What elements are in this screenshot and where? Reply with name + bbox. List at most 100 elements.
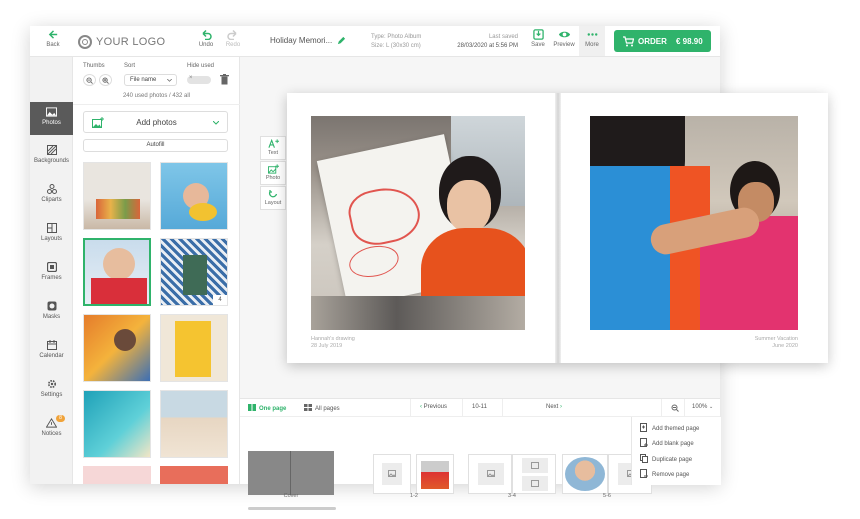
rail-item-backgrounds[interactable]: Backgrounds bbox=[30, 145, 73, 164]
rail-item-layouts[interactable]: Layouts bbox=[30, 223, 73, 242]
redo-label: Redo bbox=[225, 42, 241, 48]
all-pages-tab[interactable]: All pages bbox=[304, 404, 340, 412]
page-thumb-cover[interactable] bbox=[248, 451, 334, 495]
one-page-tab[interactable]: One page bbox=[248, 404, 286, 412]
left-page-photo[interactable] bbox=[311, 116, 525, 330]
right-caption-title: Summer Vacation bbox=[754, 336, 798, 342]
photo-thumbnail[interactable] bbox=[160, 390, 228, 458]
backgrounds-icon bbox=[46, 145, 57, 155]
page-label-3-4: 3-4 bbox=[508, 493, 516, 499]
thumb-content bbox=[183, 255, 207, 295]
photo-thumbnail-selected[interactable] bbox=[83, 238, 151, 306]
photo-thumbnail[interactable] bbox=[160, 466, 228, 484]
project-title[interactable]: Holiday Memori... bbox=[270, 36, 332, 45]
right-page-photo[interactable] bbox=[590, 116, 798, 330]
hide-used-toggle[interactable]: × bbox=[187, 75, 211, 84]
layout-tool[interactable]: Layout bbox=[260, 186, 286, 210]
pencil-icon[interactable] bbox=[337, 36, 346, 45]
page-thumb-4[interactable] bbox=[512, 454, 556, 494]
rail-item-notices[interactable]: Notices 8 bbox=[30, 415, 73, 437]
redo-button[interactable]: Redo bbox=[223, 29, 243, 48]
sort-value: File name bbox=[130, 77, 157, 83]
thumb-content bbox=[189, 203, 217, 221]
gear-icon bbox=[47, 379, 56, 389]
thumbs-label: Thumbs bbox=[83, 63, 105, 69]
sort-select[interactable]: File name bbox=[124, 74, 177, 86]
photo-thumbnail[interactable] bbox=[160, 314, 228, 382]
photo-placeholder bbox=[522, 476, 548, 491]
hide-used-label: Hide used bbox=[187, 63, 215, 69]
page-thumb-2[interactable] bbox=[416, 454, 454, 494]
page-thumb-5[interactable] bbox=[562, 454, 608, 494]
rail-label: Frames bbox=[41, 275, 62, 281]
chevron-down-icon: ⌄ bbox=[709, 404, 714, 410]
next-button[interactable]: Next › bbox=[546, 404, 562, 410]
add-photos-label: Add photos bbox=[136, 118, 177, 127]
more-label: More bbox=[585, 42, 599, 48]
one-page-icon bbox=[248, 404, 256, 411]
preview-button[interactable]: Preview bbox=[552, 29, 576, 48]
zoom-out-icon bbox=[86, 77, 93, 84]
book-spine bbox=[555, 93, 561, 363]
left-caption-date: 28 July 2019 bbox=[311, 343, 343, 349]
thumb-scrollbar[interactable] bbox=[248, 507, 336, 510]
zoom-select[interactable]: 100% ⌄ bbox=[692, 404, 713, 410]
page-thumb-1[interactable] bbox=[373, 454, 411, 494]
order-button[interactable]: ORDER € 98.90 bbox=[614, 30, 711, 52]
zoom-out-icon[interactable] bbox=[671, 404, 679, 412]
product-info: Type: Photo Album Size: L (30x30 cm) bbox=[371, 33, 421, 51]
divider bbox=[462, 399, 463, 417]
back-button[interactable]: Back bbox=[42, 29, 64, 48]
masks-icon bbox=[47, 301, 56, 311]
rail-item-settings[interactable]: Settings bbox=[30, 379, 73, 398]
rail-item-masks[interactable]: Masks bbox=[30, 301, 73, 320]
zoom-in-thumbs-button[interactable] bbox=[99, 74, 112, 86]
thumb-content bbox=[175, 321, 211, 377]
zoom-in-icon bbox=[102, 77, 109, 84]
rail-item-cliparts[interactable]: Cliparts bbox=[30, 184, 73, 203]
trash-icon[interactable] bbox=[220, 74, 229, 85]
photo-icon bbox=[46, 107, 57, 117]
save-button[interactable]: Save bbox=[528, 29, 548, 48]
page-thumb-3[interactable] bbox=[468, 454, 512, 494]
photo-thumbnail[interactable]: 4 bbox=[160, 238, 228, 306]
duplicate-page-item[interactable]: Duplicate page bbox=[640, 454, 692, 463]
last-saved-label: Last saved bbox=[488, 34, 518, 40]
photo-thumbnail[interactable] bbox=[83, 390, 151, 458]
left-caption-title: Hannah's drawing bbox=[311, 336, 355, 342]
more-button[interactable]: More bbox=[579, 26, 605, 56]
photo-thumbnail[interactable] bbox=[160, 162, 228, 230]
left-page-caption[interactable]: Hannah's drawing 28 July 2019 bbox=[311, 336, 355, 350]
tool-label: Photo bbox=[265, 175, 281, 181]
image-placeholder-icon bbox=[531, 462, 539, 469]
add-blank-page-item[interactable]: Add blank page bbox=[640, 438, 694, 447]
photo-thumbnail[interactable] bbox=[83, 466, 151, 484]
menu-label: Duplicate page bbox=[652, 457, 693, 463]
rail-item-photos[interactable]: Photos bbox=[30, 102, 73, 135]
right-page-caption[interactable]: Summer Vacation June 2020 bbox=[727, 336, 798, 350]
product-type: Type: Photo Album bbox=[371, 34, 422, 40]
add-photo-tool[interactable]: Photo bbox=[260, 161, 286, 185]
add-themed-page-item[interactable]: Add themed page bbox=[640, 423, 699, 432]
zoom-out-thumbs-button[interactable] bbox=[83, 74, 96, 86]
thumb-content bbox=[91, 278, 147, 304]
preview-label: Preview bbox=[553, 42, 575, 48]
cliparts-icon bbox=[46, 184, 57, 194]
undo-button[interactable]: Undo bbox=[196, 29, 216, 48]
sort-label: Sort bbox=[124, 63, 136, 69]
previous-button[interactable]: ‹ Previous bbox=[420, 404, 447, 410]
rail-item-calendar[interactable]: Calendar bbox=[30, 340, 73, 359]
menu-label: Add blank page bbox=[652, 441, 694, 447]
photos-panel: Thumbs Sort Hide used File name × 240 us… bbox=[73, 57, 240, 484]
rail-item-frames[interactable]: Frames bbox=[30, 262, 73, 281]
chevron-right-icon: › bbox=[558, 404, 563, 410]
add-photos-button[interactable]: Add photos bbox=[83, 111, 228, 133]
zoom-value: 100% bbox=[692, 404, 708, 410]
tool-label: Layout bbox=[264, 200, 282, 206]
photo-thumbnail[interactable] bbox=[83, 314, 151, 382]
remove-page-item[interactable]: Remove page bbox=[640, 469, 689, 478]
photo-thumbnail[interactable] bbox=[83, 162, 151, 230]
photo-child-face bbox=[447, 180, 491, 232]
add-text-tool[interactable]: Text bbox=[260, 136, 286, 160]
autofill-button[interactable]: Autofill bbox=[83, 139, 228, 152]
